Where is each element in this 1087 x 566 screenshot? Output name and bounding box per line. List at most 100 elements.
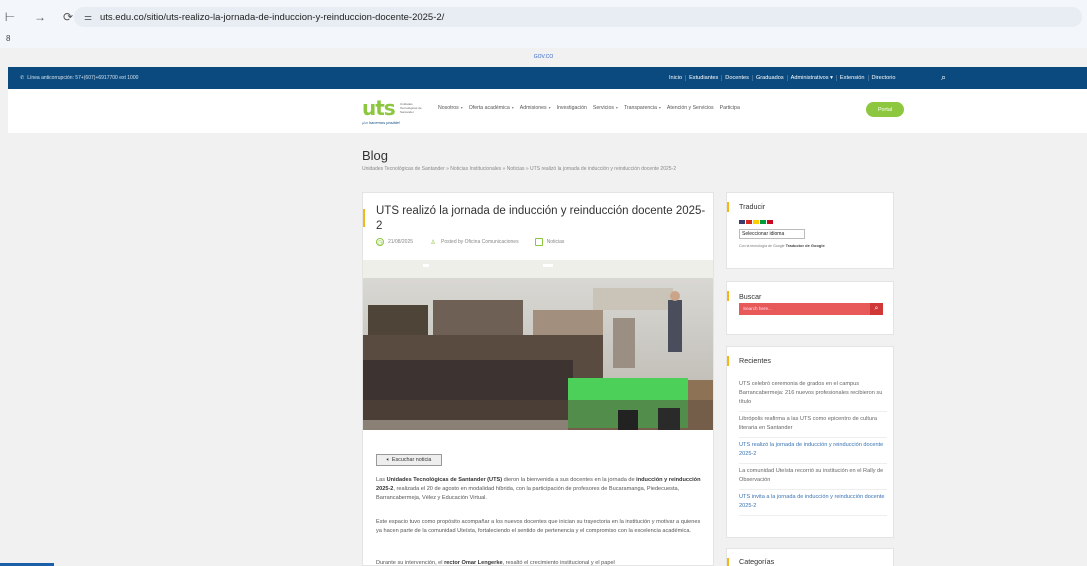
- search-icon[interactable]: ⌕: [941, 72, 953, 84]
- bookmark-bar: 8: [0, 34, 1087, 48]
- back-icon[interactable]: ⊢: [2, 9, 18, 25]
- portal-button[interactable]: Portal: [866, 102, 904, 117]
- menu-item-label: Participa: [719, 105, 740, 111]
- recent-post-link[interactable]: La comunidad Uteísta recorrió su institu…: [739, 464, 887, 490]
- top-link[interactable]: Inicio: [666, 75, 687, 81]
- top-link[interactable]: Docentes: [722, 75, 753, 81]
- recent-post-link[interactable]: UTS invita a la jornada de inducción y r…: [739, 490, 887, 516]
- p3-bold: rector Omar Lengerke: [444, 560, 503, 566]
- menu-item-label: Investigación: [556, 105, 587, 111]
- page-title: Blog: [362, 148, 389, 163]
- user-icon: ♙: [430, 239, 436, 246]
- flag-us-icon[interactable]: [739, 220, 745, 224]
- clock-icon: ◷: [376, 238, 384, 246]
- recent-post-link[interactable]: Librópolis reafirma a las UTS como epice…: [739, 412, 887, 438]
- widget-accent: [727, 202, 729, 212]
- categories-widget: Categorías: [726, 548, 894, 566]
- p3-pre: Durante su intervención, el: [376, 560, 445, 566]
- search-title: Buscar: [739, 292, 762, 301]
- flag-pt-icon[interactable]: [760, 220, 766, 224]
- widget-accent: [727, 291, 729, 301]
- p1-post: , realizada el 20 de agosto en modalidad…: [376, 486, 680, 502]
- search-widget: Buscar Search here... ⌕: [726, 281, 894, 335]
- uts-logo[interactable]: uts Unidades Tecnológicas de Santander ¡…: [362, 98, 434, 128]
- top-link[interactable]: Directorio: [869, 75, 899, 81]
- top-links: Inicio Estudiantes Docentes Graduados Admini…: [666, 67, 898, 89]
- flag-fr-icon[interactable]: [746, 220, 752, 224]
- widget-accent: [727, 558, 729, 566]
- address-bar[interactable]: ⚌ uts.edu.co/sitio/uts-realizo-la-jornad…: [74, 7, 1082, 27]
- menu-item[interactable]: Participa: [720, 105, 740, 111]
- url-text: uts.edu.co/sitio/uts-realizo-la-jornada-…: [100, 11, 445, 23]
- article-photo: [363, 260, 713, 430]
- top-link[interactable]: Extensión: [837, 75, 869, 81]
- speaker-icon: 🔈︎: [386, 456, 390, 463]
- menu-item[interactable]: Admisiones ▾: [520, 105, 551, 111]
- browser-toolbar: ⊢ → ⟳ ⚌ uts.edu.co/sitio/uts-realizo-la-…: [0, 0, 1087, 34]
- phone-icon: ✆: [20, 75, 25, 81]
- menu-item[interactable]: Oferta académica ▾: [469, 105, 514, 111]
- top-link[interactable]: Estudiantes: [686, 75, 723, 81]
- recent-list: UTS celebró ceremonia de grados en el ca…: [739, 377, 887, 516]
- p1-bold-uts: Unidades Tecnológicas de Santander (UTS): [386, 477, 503, 483]
- p3-post: , resaltó el crecimiento institucional y…: [502, 560, 615, 566]
- site-info-icon[interactable]: ⚌: [82, 11, 94, 23]
- logo-subtitle: Unidades Tecnológicas de Santander: [400, 102, 422, 114]
- govco-link[interactable]: GOV.CO: [534, 54, 554, 60]
- phone-text: Línea anticorrupción: 57+(607)+6917700 e…: [27, 75, 139, 81]
- language-select[interactable]: Seleccionar idioma: [739, 229, 805, 239]
- menu-item[interactable]: Servicios ▾: [593, 105, 618, 111]
- flag-de-icon[interactable]: [753, 220, 759, 224]
- menu-item-label: Nosotros: [438, 105, 459, 111]
- recent-widget: Recientes UTS celebró ceremonia de grado…: [726, 346, 894, 538]
- language-flags[interactable]: [739, 220, 773, 224]
- folder-icon: [534, 238, 543, 246]
- search-submit-icon[interactable]: ⌕: [870, 303, 883, 315]
- google-translate-link[interactable]: Traductor de Google: [786, 243, 825, 248]
- listen-button[interactable]: 🔈︎ Escuchar noticia: [376, 454, 442, 466]
- powered-by: Con la tecnología de Google Traductor de…: [739, 243, 825, 248]
- menu-item-label: Atención y Servicios: [666, 105, 714, 111]
- chevron-down-icon: ▾: [460, 105, 463, 110]
- menu-item[interactable]: Investigación: [557, 105, 587, 111]
- menu-item[interactable]: Atención y Servicios: [667, 105, 714, 111]
- chevron-down-icon: ▾: [511, 105, 514, 110]
- recent-post-link[interactable]: UTS celebró ceremonia de grados en el ca…: [739, 377, 887, 412]
- widget-accent: [727, 356, 729, 366]
- top-link[interactable]: Administrativos ▾: [788, 75, 837, 81]
- menu-item-label: Servicios: [592, 105, 614, 111]
- article-title: UTS realizó la jornada de inducción y re…: [376, 205, 706, 232]
- article-category[interactable]: Noticias: [547, 239, 565, 245]
- powered-pre: Con la tecnología de Google: [739, 244, 785, 248]
- menu-item-label: Admisiones: [519, 105, 547, 111]
- bookmark-icon[interactable]: 8: [6, 34, 10, 43]
- article-paragraph: Este espacio tuvo como propósito acompañ…: [376, 519, 701, 535]
- forward-icon[interactable]: →: [32, 9, 48, 25]
- article-paragraph: Durante su intervención, el rector Omar …: [376, 559, 706, 566]
- p1-mid: dieron la bienvenida a sus docentes en l…: [502, 477, 637, 483]
- phone-info: ✆ Línea anticorrupción: 57+(607)+6917700…: [20, 75, 138, 81]
- listen-label: Escuchar noticia: [391, 457, 432, 463]
- govco-banner[interactable]: GOV.CO: [0, 54, 1087, 66]
- top-link[interactable]: Graduados: [753, 75, 788, 81]
- menu-item[interactable]: Nosotros ▾: [438, 105, 463, 111]
- p1-pre: Las: [376, 477, 387, 483]
- recent-title: Recientes: [739, 356, 771, 365]
- article-date: 21/08/2025: [388, 239, 414, 245]
- top-bar: ✆ Línea anticorrupción: 57+(607)+6917700…: [8, 67, 1087, 89]
- search-input[interactable]: Search here...: [739, 303, 870, 315]
- translate-widget: Traducir Seleccionar idioma Con la tecno…: [726, 192, 894, 269]
- flag-es-icon[interactable]: [767, 220, 773, 224]
- chevron-down-icon: ▾: [548, 105, 551, 110]
- logo-slogan: ¡Lo hacemos posible!: [362, 120, 401, 125]
- recent-post-link[interactable]: UTS realizó la jornada de inducción y re…: [739, 438, 887, 464]
- chevron-down-icon: ▾: [615, 105, 618, 110]
- main-navigation: uts Unidades Tecnológicas de Santander ¡…: [8, 89, 1087, 133]
- breadcrumb[interactable]: Unidades Tecnológicas de Santander » Not…: [362, 166, 676, 172]
- article-author[interactable]: Posted by Oficina Comunicaciones: [441, 239, 519, 245]
- main-menu: Nosotros ▾ Oferta académica ▾ Admisiones ▾ Inv…: [438, 105, 740, 111]
- menu-item-label: Transparencia: [623, 105, 657, 111]
- translate-title: Traducir: [739, 202, 766, 211]
- menu-item[interactable]: Transparencia ▾: [624, 105, 661, 111]
- article-card: UTS realizó la jornada de inducción y re…: [362, 192, 714, 566]
